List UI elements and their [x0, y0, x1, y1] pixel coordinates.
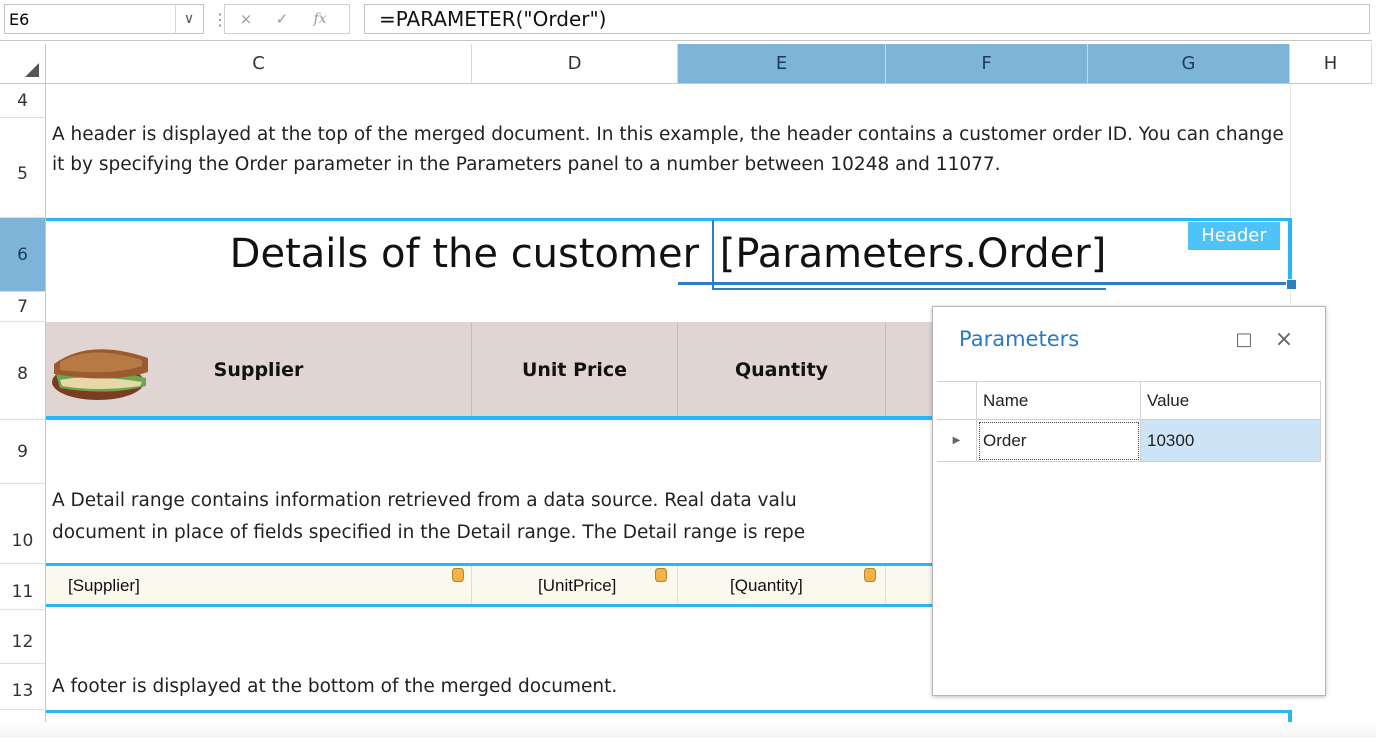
detail-range-bottom-border	[46, 604, 932, 607]
maximize-icon[interactable]: □	[1233, 329, 1255, 351]
supplier-field: [Supplier]	[68, 576, 140, 595]
order-parameter-cell[interactable]: [Parameters.Order]	[711, 220, 1107, 290]
formula-buttons: × ✓ fx	[224, 4, 350, 34]
parameter-name-cell[interactable]: Order	[977, 420, 1141, 462]
parameter-value-cell[interactable]: 10300	[1141, 420, 1321, 462]
quantity-header: Quantity	[678, 322, 886, 418]
name-box[interactable]: E6	[4, 4, 204, 34]
row-header-6[interactable]: 6	[0, 218, 46, 292]
name-column-header[interactable]: Name	[977, 382, 1141, 420]
value-column-header[interactable]: Value	[1141, 382, 1321, 420]
row-header-5[interactable]: 5	[0, 118, 46, 218]
column-header-g[interactable]: G	[1088, 44, 1290, 84]
close-icon[interactable]: ×	[1273, 329, 1295, 351]
supplier-header-label: Supplier	[213, 359, 304, 381]
detail-description-line2: document in place of fields specified in…	[52, 522, 806, 543]
column-header-c[interactable]: C	[46, 44, 472, 84]
column-header-f[interactable]: F	[886, 44, 1088, 84]
header-description-text: A header is displayed at the top of the …	[52, 124, 1284, 175]
formula-bar-splitter[interactable]: ⋮	[212, 8, 228, 32]
formula-bar: E6 ∨ ⋮ × ✓ fx =PARAMETER("Order")	[0, 0, 1372, 41]
row-header-12[interactable]: 12	[0, 610, 46, 664]
database-field-icon	[655, 568, 667, 582]
row-header-7[interactable]: 7	[0, 292, 46, 322]
row-indicator-icon: ▶	[937, 420, 977, 462]
title-static-text: Details of the customer	[229, 231, 700, 277]
quantity-field: [Quantity]	[730, 576, 803, 595]
chevron-down-icon[interactable]: ∨	[175, 5, 202, 33]
footer-range-top-border	[46, 710, 1292, 713]
bottom-edge	[0, 722, 1376, 738]
database-field-icon	[452, 568, 464, 582]
footer-description-text: A footer is displayed at the bottom of t…	[52, 676, 618, 697]
fill-handle[interactable]	[1286, 279, 1297, 290]
row-header-10[interactable]: 10	[0, 484, 46, 564]
sandwich-image	[52, 349, 148, 400]
insert-function-icon[interactable]: fx	[305, 5, 335, 33]
column-header-d[interactable]: D	[472, 44, 678, 84]
unit-price-field: [UnitPrice]	[538, 576, 617, 595]
row-header-11[interactable]: 11	[0, 564, 46, 610]
select-all-corner[interactable]	[0, 44, 46, 84]
row-header-8[interactable]: 8	[0, 322, 46, 420]
unit-price-field-cell[interactable]: [UnitPrice]	[472, 566, 678, 606]
row-indicator-header	[937, 382, 977, 420]
column-header-e[interactable]: E	[678, 44, 886, 84]
quantity-field-cell[interactable]: [Quantity]	[678, 566, 886, 606]
detail-description-line1: A Detail range contains information retr…	[52, 490, 797, 511]
formula-input[interactable]: =PARAMETER("Order")	[364, 4, 1370, 34]
row-header-4[interactable]: 4	[0, 84, 46, 118]
cancel-icon[interactable]: ×	[231, 5, 261, 33]
unit-price-header-label: Unit Price	[521, 359, 628, 381]
table-header-bottom-border	[46, 416, 932, 420]
database-field-icon	[864, 568, 876, 582]
parameters-grid: Name Value ▶ Order 10300	[937, 381, 1321, 464]
header-range-tag: Header	[1188, 222, 1280, 250]
parameters-panel-title: Parameters	[959, 327, 1080, 351]
document-title: Details of the customer [Parameters.Orde…	[46, 220, 1290, 290]
quantity-header-label: Quantity	[734, 359, 829, 381]
supplier-field-cell[interactable]: [Supplier]	[46, 566, 472, 606]
unit-price-header: Unit Price	[472, 322, 678, 418]
enter-icon[interactable]: ✓	[267, 5, 297, 33]
row-header-13[interactable]: 13	[0, 664, 46, 710]
selection-bottom-border	[678, 282, 1292, 285]
row-header-9[interactable]: 9	[0, 420, 46, 484]
spreadsheet: E6 ∨ ⋮ × ✓ fx =PARAMETER("Order") C D E …	[0, 0, 1372, 740]
select-all-icon	[25, 63, 39, 77]
name-box-value: E6	[9, 10, 30, 29]
column-header-h[interactable]: H	[1290, 44, 1372, 84]
parameters-panel: Parameters □ × Name Value ▶ Order 10300	[932, 306, 1326, 696]
